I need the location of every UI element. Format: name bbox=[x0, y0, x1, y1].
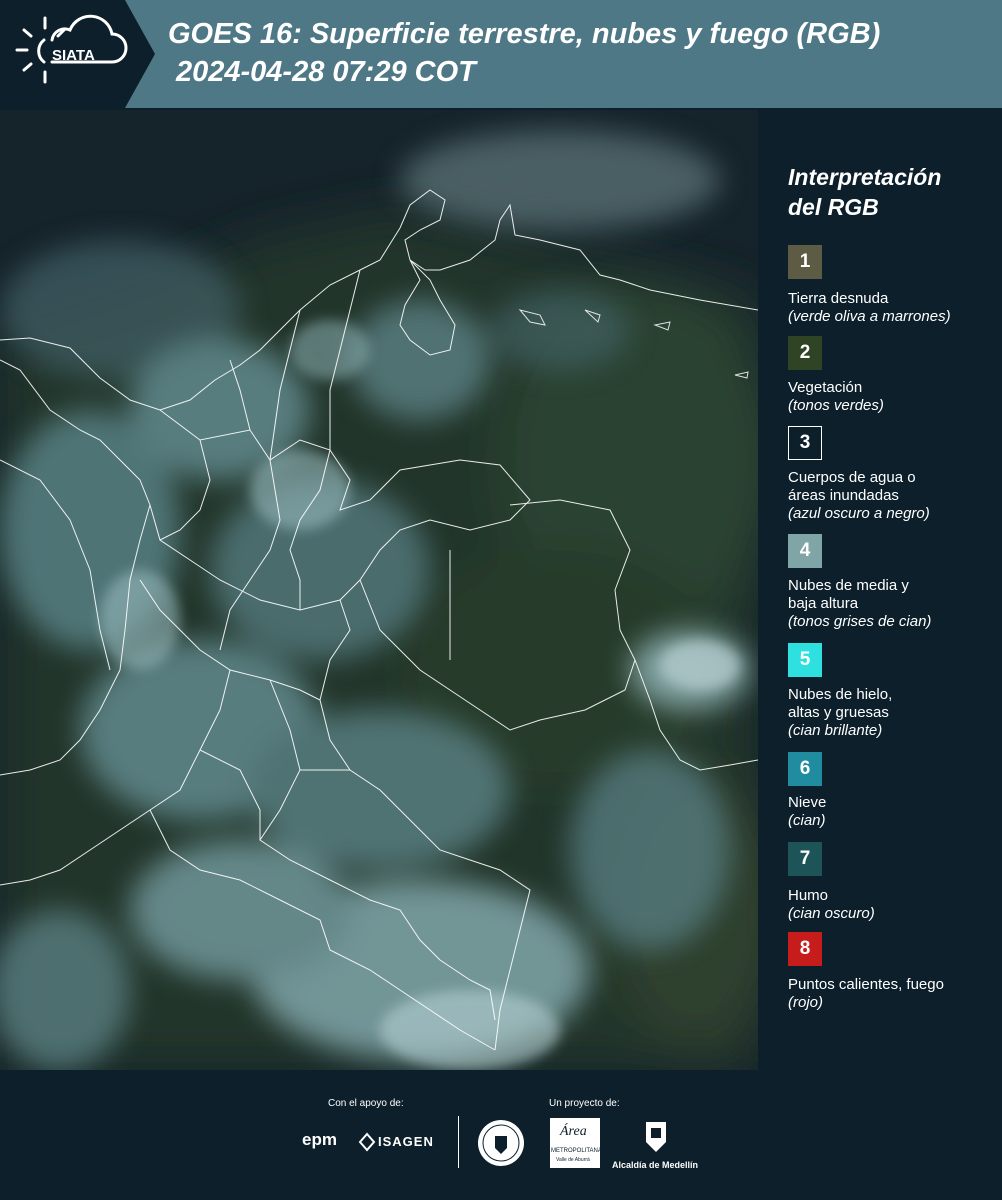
project-label: Un proyecto de: bbox=[549, 1098, 620, 1109]
area-logo-text: Área bbox=[560, 1124, 587, 1139]
legend-item-8-label: Puntos calientes, fuego (rojo) bbox=[788, 976, 944, 1011]
isagen-logo: ISAGEN bbox=[378, 1134, 434, 1149]
siata-logo: SIATA bbox=[0, 0, 155, 108]
legend-item-4-label: Nubes de media y baja altura (tonos gris… bbox=[788, 577, 932, 630]
legend-item-1-label: Tierra desnuda (verde oliva a marrones) bbox=[788, 290, 951, 325]
alcaldia-logo-text: Alcaldía de Medellín bbox=[612, 1160, 699, 1170]
metropolitana-text: METROPOLITANA bbox=[551, 1148, 602, 1154]
coat-of-arms-icon bbox=[646, 1122, 666, 1152]
legend-swatch-7: 7 bbox=[788, 842, 822, 876]
legend-title-line1: Interpretación bbox=[788, 164, 942, 190]
legend-swatch-6: 6 bbox=[788, 752, 822, 786]
legend-swatch-2: 2 bbox=[788, 336, 822, 370]
area-metropolitana-logo: Área METROPOLITANA Valle de Aburrá bbox=[550, 1118, 602, 1168]
legend-item-7-label: Humo (cian oscuro) bbox=[788, 887, 875, 922]
satellite-image bbox=[0, 110, 758, 1070]
isagen-icon bbox=[358, 1132, 376, 1152]
satellite-map bbox=[0, 110, 758, 1070]
legend-item-6-label: Nieve (cian) bbox=[788, 794, 827, 829]
legend-item-2-label: Vegetación (tonos verdes) bbox=[788, 379, 884, 414]
siata-logo-graphic: SIATA bbox=[0, 0, 155, 108]
legend-title-line2: del RGB bbox=[788, 194, 879, 220]
epm-logo: epm bbox=[302, 1130, 337, 1149]
footer: Con el apoyo de: Un proyecto de: epm ISA… bbox=[0, 1072, 1002, 1200]
legend-swatch-3: 3 bbox=[788, 426, 822, 460]
header-bar: SIATA GOES 16: Superficie terrestre, nub… bbox=[0, 0, 1002, 108]
siata-logo-text: SIATA bbox=[52, 47, 95, 64]
page-title: GOES 16: Superficie terrestre, nubes y f… bbox=[168, 18, 881, 50]
legend-item-3-label: Cuerpos de agua o áreas inundadas (azul … bbox=[788, 469, 930, 522]
legend-swatch-8: 8 bbox=[788, 932, 822, 966]
page-timestamp: 2024-04-28 07:29 COT bbox=[176, 56, 476, 88]
legend-panel: Interpretación del RGB 1 Tierra desnuda … bbox=[760, 110, 1002, 1070]
footer-divider bbox=[458, 1116, 459, 1168]
university-seal-icon bbox=[478, 1120, 524, 1166]
legend-swatch-4: 4 bbox=[788, 534, 822, 568]
support-label: Con el apoyo de: bbox=[328, 1098, 404, 1109]
legend-swatch-1: 1 bbox=[788, 245, 822, 279]
legend-item-5-label: Nubes de hielo, altas y gruesas (cian br… bbox=[788, 686, 893, 739]
valle-aburra-text: Valle de Aburrá bbox=[556, 1157, 590, 1163]
legend-title: Interpretación del RGB bbox=[788, 162, 988, 222]
legend-swatch-5: 5 bbox=[788, 643, 822, 677]
